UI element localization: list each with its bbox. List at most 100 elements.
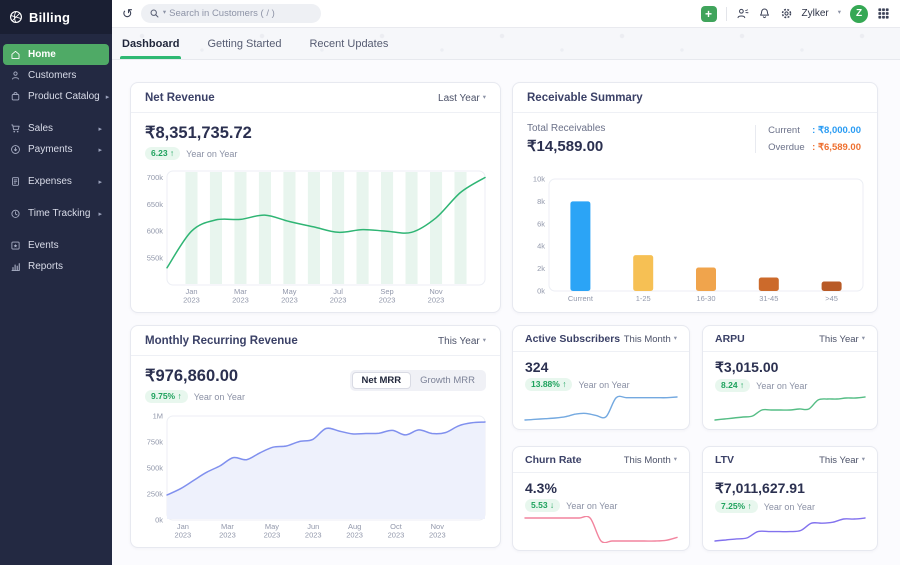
- svg-text:Current: Current: [568, 294, 594, 303]
- doc-icon: [10, 176, 22, 187]
- sidebar-group-gap: [3, 224, 109, 235]
- search-input[interactable]: [169, 8, 297, 19]
- tab-getting-started[interactable]: Getting Started: [205, 28, 283, 59]
- users-icon[interactable]: [736, 7, 749, 20]
- yoy-badge: 9.75% ↑: [145, 390, 188, 403]
- svg-text:May2023: May2023: [281, 287, 298, 305]
- report-icon: [10, 261, 22, 272]
- receivables-bar-chart: 10k8k6k4k2k0kCurrent1-2516-3031-45>45: [521, 175, 871, 306]
- app-logo: Billing: [0, 0, 112, 34]
- chevron-down-icon: ▾: [862, 457, 865, 464]
- yoy-badge: 8.24 ↑: [715, 379, 750, 392]
- chevron-down-icon: ▾: [674, 336, 677, 343]
- svg-text:Nov2023: Nov2023: [429, 522, 446, 540]
- svg-text:May2023: May2023: [264, 522, 281, 540]
- chevron-down-icon: ▾: [483, 95, 486, 102]
- chevron-down-icon: ▾: [674, 457, 677, 464]
- cart-icon: [10, 123, 22, 134]
- period-label: This Year: [819, 455, 859, 466]
- chevron-down-icon[interactable]: ▾: [163, 10, 166, 17]
- receivable-summary-card: Receivable Summary Total Receivables ₹14…: [512, 82, 878, 313]
- sidebar-item-payments[interactable]: Payments▸: [3, 139, 109, 160]
- sidebar-item-home[interactable]: Home: [3, 44, 109, 65]
- sidebar-item-product-catalog[interactable]: Product Catalog▸: [3, 86, 109, 107]
- toggle-growth-mrr[interactable]: Growth MRR: [411, 372, 484, 389]
- kpi-value: 324: [525, 359, 677, 375]
- svg-text:Mar2023: Mar2023: [219, 522, 236, 540]
- kpi-value: 4.3%: [525, 480, 677, 496]
- total-receivables-label: Total Receivables: [527, 123, 605, 134]
- yoy-label: Year on Year: [194, 392, 245, 402]
- sidebar-item-sales[interactable]: Sales▸: [3, 118, 109, 139]
- period-dropdown[interactable]: This Year ▾: [819, 455, 865, 466]
- svg-text:Jun2023: Jun2023: [305, 522, 322, 540]
- chevron-right-icon: ▸: [106, 93, 110, 101]
- yoy-badge: 7.25% ↑: [715, 500, 758, 513]
- svg-text:Oct2023: Oct2023: [388, 522, 405, 540]
- svg-text:16-30: 16-30: [696, 294, 715, 303]
- search-box[interactable]: ▾: [141, 4, 321, 23]
- legend-label: Current: [768, 125, 812, 136]
- org-name[interactable]: Zylker: [802, 8, 829, 19]
- period-dropdown[interactable]: This Year ▾: [438, 336, 486, 347]
- svg-text:4k: 4k: [537, 242, 545, 251]
- chevron-down-icon: ▾: [483, 338, 486, 345]
- svg-text:Jan2023: Jan2023: [175, 522, 192, 540]
- sidebar: Billing HomeCustomersProduct Catalog▸ Sal…: [0, 0, 112, 565]
- card-title: ARPU: [715, 333, 745, 345]
- box-icon: [10, 91, 22, 102]
- churn-sparkline: [523, 516, 679, 543]
- sidebar-item-label: Payments: [28, 144, 72, 155]
- period-dropdown[interactable]: This Year ▾: [819, 334, 865, 345]
- svg-text:0k: 0k: [537, 287, 545, 296]
- svg-text:700k: 700k: [147, 173, 164, 182]
- sidebar-item-reports[interactable]: Reports: [3, 256, 109, 277]
- legend-label: Overdue: [768, 142, 812, 153]
- clock-icon: [10, 208, 22, 219]
- total-receivables-value: ₹14,589.00: [527, 137, 605, 155]
- apps-grid-icon[interactable]: [877, 7, 890, 20]
- chevron-right-icon: ▸: [98, 125, 102, 133]
- tab-dashboard[interactable]: Dashboard: [120, 28, 181, 59]
- chevron-down-icon[interactable]: ▾: [838, 10, 841, 17]
- card-title: Receivable Summary: [527, 92, 643, 104]
- subscribers-sparkline: [523, 395, 679, 422]
- legend-row-current: Current: ₹8,000.00: [768, 125, 861, 136]
- quick-create-button[interactable]: +: [701, 6, 717, 22]
- svg-text:>45: >45: [825, 294, 838, 303]
- tab-recent-updates[interactable]: Recent Updates: [307, 28, 390, 59]
- toggle-net-mrr[interactable]: Net MRR: [352, 372, 412, 389]
- payment-icon: [10, 144, 22, 155]
- app-name: Billing: [29, 10, 70, 25]
- net-revenue-value: ₹8,351,735.72: [145, 123, 486, 143]
- card-title: Net Revenue: [145, 92, 215, 104]
- sidebar-item-time-tracking[interactable]: Time Tracking▸: [3, 203, 109, 224]
- home-icon: [10, 49, 22, 60]
- arpu-sparkline: [713, 395, 867, 422]
- billing-logo-icon: [9, 10, 23, 24]
- gear-icon[interactable]: [780, 7, 793, 20]
- sidebar-item-expenses[interactable]: Expenses▸: [3, 171, 109, 192]
- yoy-label: Year on Year: [566, 501, 617, 511]
- sidebar-item-customers[interactable]: Customers: [3, 65, 109, 86]
- avatar[interactable]: Z: [850, 5, 868, 23]
- period-dropdown[interactable]: Last Year ▾: [438, 93, 486, 104]
- period-dropdown[interactable]: This Month ▾: [624, 334, 677, 345]
- svg-text:2k: 2k: [537, 264, 545, 273]
- kpi-value: ₹3,015.00: [715, 359, 865, 376]
- event-icon: [10, 240, 22, 251]
- svg-text:0k: 0k: [155, 516, 163, 525]
- yoy-label: Year on Year: [186, 149, 237, 159]
- period-dropdown[interactable]: This Month ▾: [624, 455, 677, 466]
- sidebar-group-gap: [3, 160, 109, 171]
- dashboard-content: Net Revenue Last Year ▾ ₹8,351,735.72 6.…: [112, 60, 900, 565]
- bell-icon[interactable]: [758, 7, 771, 20]
- arpu-card: ARPU This Year ▾ ₹3,015.00 8.24 ↑ Year o…: [702, 325, 878, 430]
- svg-text:Jan2023: Jan2023: [183, 287, 200, 305]
- history-icon[interactable]: ↺: [122, 7, 133, 20]
- yoy-label: Year on Year: [764, 502, 815, 512]
- svg-text:31-45: 31-45: [759, 294, 778, 303]
- sidebar-item-events[interactable]: Events: [3, 235, 109, 256]
- divider: [726, 7, 727, 21]
- yoy-badge: 13.88% ↑: [525, 378, 572, 391]
